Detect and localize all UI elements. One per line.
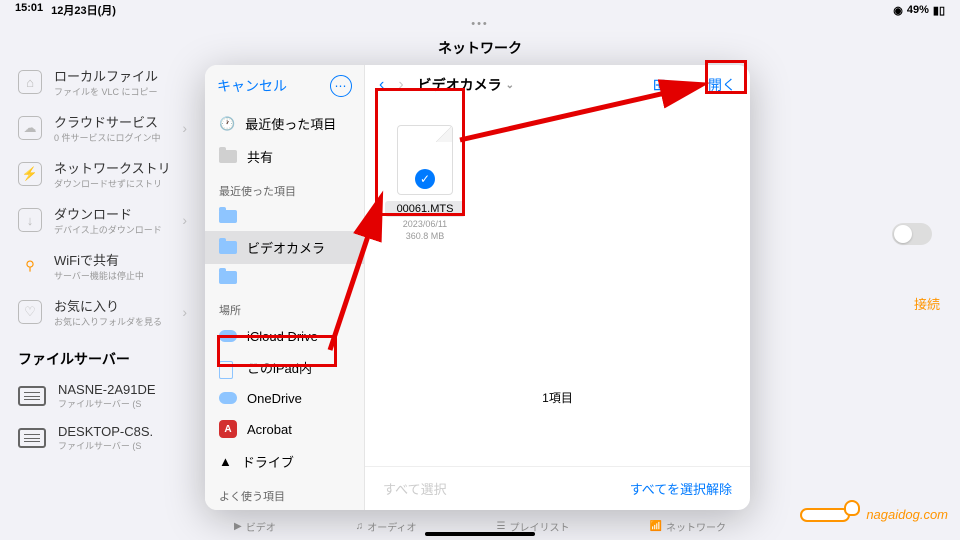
server-item-nasne[interactable]: NASNE-2A91DEファイルサーバー (S <box>0 375 205 417</box>
status-time: 15:01 <box>15 2 43 18</box>
tab-network[interactable]: 📶ネットワーク <box>650 519 726 534</box>
cloud-icon: ☁ <box>18 116 42 140</box>
signal-icon: 📶 <box>650 521 662 532</box>
chevron-right-icon: › <box>182 212 187 228</box>
home-indicator[interactable] <box>425 532 535 536</box>
server-icon <box>18 386 46 406</box>
sidebar: ⌂ローカルファイルファイルを VLC にコピー ☁クラウドサービス0 件サービス… <box>0 55 205 512</box>
list-icon: ☰ <box>497 521 506 532</box>
chevron-right-icon: › <box>182 120 187 136</box>
folder-icon <box>219 210 237 224</box>
acrobat-icon: A <box>219 420 237 438</box>
gdrive-icon: ▲ <box>219 454 232 469</box>
folder-shared-icon <box>219 150 237 163</box>
connect-button[interactable]: 接続 <box>914 294 940 313</box>
cancel-button[interactable]: キャンセル <box>217 76 287 96</box>
status-date: 12月23日(月) <box>51 2 116 18</box>
heart-icon: ♡ <box>18 300 42 324</box>
music-icon: ♫ <box>356 521 364 532</box>
dog-icon <box>800 500 860 528</box>
server-item-desktop[interactable]: DESKTOP-C8S.ファイルサーバー (S <box>0 417 205 459</box>
rss-icon: ⚡ <box>18 162 42 186</box>
select-all-button[interactable]: すべて選択 <box>383 479 447 498</box>
wifi-share-toggle[interactable] <box>892 223 932 245</box>
wifi-icon: ◉ <box>893 4 903 17</box>
sidebar-item-cloud[interactable]: ☁クラウドサービス0 件サービスにログイン中› <box>0 105 205 151</box>
handle-icon: ••• <box>0 20 960 32</box>
loc-drive[interactable]: ▲ドライブ <box>205 445 364 478</box>
loc-acrobat[interactable]: AAcrobat <box>205 413 364 445</box>
loc-onedrive[interactable]: OneDrive <box>205 384 364 413</box>
sidebar-item-wifi[interactable]: ⚲WiFiで共有サーバー機能は停止中 <box>0 243 205 289</box>
tab-audio[interactable]: ♫オーディオ <box>356 519 417 534</box>
sidebar-item-fav[interactable]: ♡お気に入りお気に入りフォルダを見る› <box>0 289 205 335</box>
item-count: 1項目 <box>542 389 573 406</box>
play-icon: ▶ <box>234 521 242 532</box>
home-icon: ⌂ <box>18 70 42 94</box>
annotation-arrow <box>310 70 710 370</box>
deselect-all-button[interactable]: すべてを選択解除 <box>630 479 732 498</box>
battery-icon: ▮▯ <box>933 4 945 17</box>
watermark: nagaidog.com <box>800 500 948 528</box>
section-servers: ファイルサーバー <box>0 335 205 375</box>
folder-icon <box>219 271 237 285</box>
battery-pct: 49% <box>907 4 929 16</box>
chevron-right-icon: › <box>182 304 187 320</box>
sidebar-item-download[interactable]: ↓ダウンロードデバイス上のダウンロード› <box>0 197 205 243</box>
cloud-icon <box>219 392 237 406</box>
server-icon <box>18 428 46 448</box>
sidebar-item-local[interactable]: ⌂ローカルファイルファイルを VLC にコピー <box>0 59 205 105</box>
tab-video[interactable]: ▶ビデオ <box>234 519 276 534</box>
annotation-box <box>705 60 747 94</box>
download-icon: ↓ <box>18 208 42 232</box>
fav-label: よく使う項目 <box>205 478 364 508</box>
clock-icon: 🕐 <box>219 116 235 132</box>
wifi-icon: ⚲ <box>18 254 42 278</box>
sidebar-item-stream[interactable]: ⚡ネットワークストリダウンロードせずにストリ <box>0 151 205 197</box>
status-bar: 15:01 12月23日(月) ◉ 49% ▮▯ <box>0 0 960 20</box>
folder-icon <box>219 241 237 255</box>
